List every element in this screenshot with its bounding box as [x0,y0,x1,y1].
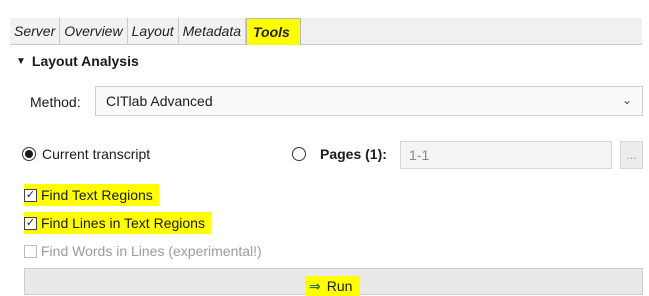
find-lines-label: Find Lines in Text Regions [41,215,205,231]
find-words-label: Find Words in Lines (experimental!) [41,243,262,259]
tab-overview[interactable]: Overview [60,18,128,44]
tab-layout[interactable]: Layout [127,18,179,44]
pages-input[interactable]: 1-1 [400,141,612,169]
arrow-right-icon: ⇒ [309,277,321,294]
caret-down-icon[interactable]: ▼ [16,56,26,67]
section-title: Layout Analysis [31,53,139,69]
find-lines-option[interactable]: ✓ Find Lines in Text Regions [24,212,211,234]
tab-metadata[interactable]: Metadata [178,18,247,44]
current-transcript-label: Current transcript [42,146,151,162]
browse-pages-button[interactable]: ... [620,141,643,169]
chevron-down-icon: ⌄ [621,93,633,107]
tab-tools[interactable]: Tools [246,18,301,45]
current-transcript-option[interactable]: Current transcript [22,146,150,162]
method-select-value: CITlab Advanced [106,93,213,109]
find-lines-checkbox[interactable]: ✓ [24,216,37,230]
pages-option[interactable]: Pages (1): [292,146,387,162]
method-select[interactable]: CITlab Advanced ⌄ [95,86,643,116]
tab-server[interactable]: Server [10,18,61,44]
find-words-checkbox[interactable] [24,244,37,258]
find-text-regions-checkbox[interactable]: ✓ [24,188,37,202]
find-text-regions-option[interactable]: ✓ Find Text Regions [24,184,159,206]
current-transcript-radio[interactable] [22,147,36,161]
pages-label: Pages (1): [320,146,387,162]
find-text-regions-label: Find Text Regions [41,187,153,203]
run-button[interactable]: ⇒ Run [305,276,361,296]
radio-selected-dot [25,150,33,158]
find-words-option[interactable]: Find Words in Lines (experimental!) [24,241,262,261]
layout-analysis-section-header[interactable]: ▼ Layout Analysis [16,50,139,72]
run-label: Run [326,278,353,294]
tab-bar: Server Overview Layout Metadata Tools [10,18,642,45]
pages-radio[interactable] [292,147,306,161]
method-label: Method: [30,94,81,110]
